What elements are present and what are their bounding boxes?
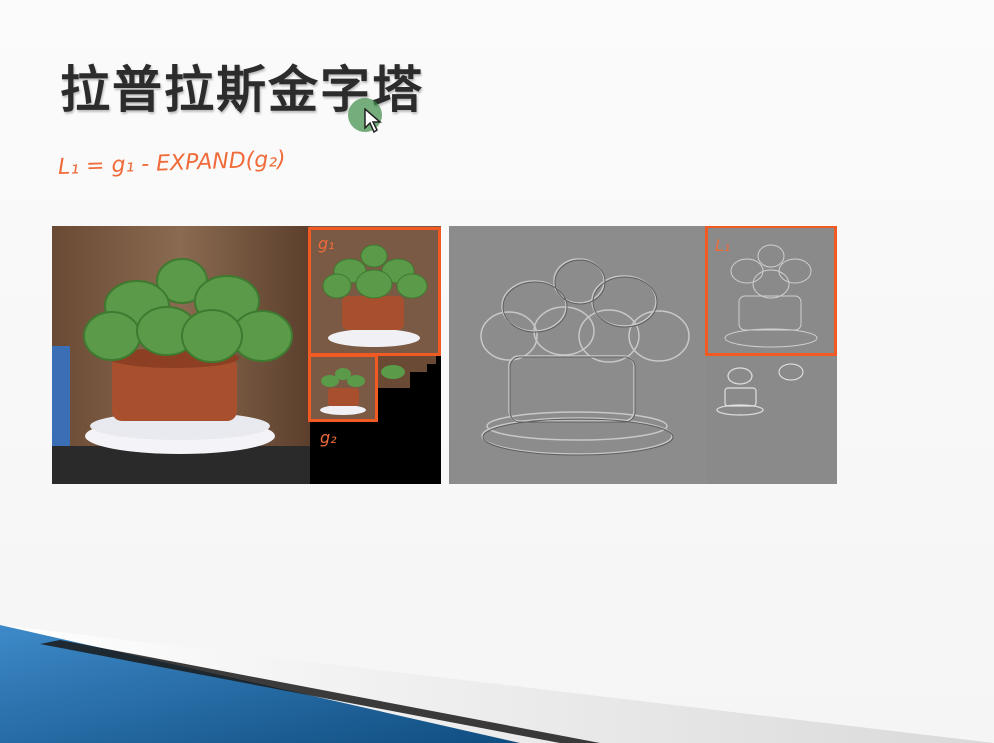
bottom-decorative-band bbox=[0, 625, 994, 743]
g2-highlight-box bbox=[308, 354, 378, 422]
g1-label: g₁ bbox=[318, 234, 335, 253]
L1-label: L₁ bbox=[715, 236, 731, 255]
laplacian-pyramid-image: L₁ bbox=[449, 226, 837, 484]
formula-annotation: L₁ = g₁ - EXPAND(g₂) bbox=[57, 147, 287, 180]
g2-label: g₂ bbox=[320, 428, 337, 447]
mouse-pointer-icon bbox=[364, 108, 382, 134]
gaussian-pyramid-image: g₁ g₂ bbox=[52, 226, 441, 484]
slide: 拉普拉斯金字塔 L₁ = g₁ - EXPAND(g₂) g₁ g₂ L₁ bbox=[0, 0, 994, 743]
